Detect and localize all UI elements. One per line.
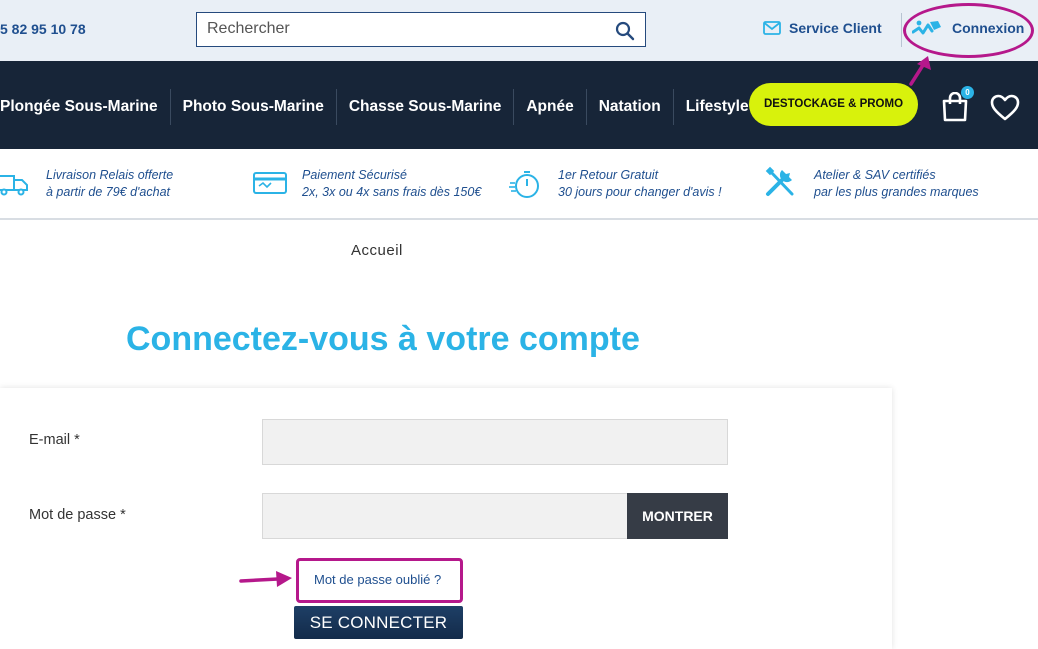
show-password-button[interactable]: MONTRER (627, 493, 728, 539)
reassurance-return-line1: 1er Retour Gratuit (558, 168, 659, 182)
nav-menu: Plongée Sous-Marine Photo Sous-Marine Ch… (0, 89, 761, 125)
login-label: Connexion (952, 20, 1025, 36)
login-submit-button[interactable]: SE CONNECTER (294, 606, 463, 639)
password-label: Mot de passe * (29, 507, 126, 523)
login-link[interactable]: Connexion (912, 19, 1024, 37)
reassurance-workshop-line2: par les plus grandes marques (814, 185, 979, 199)
nav-item-natation[interactable]: Natation (587, 89, 674, 125)
cart-count-badge: 0 (961, 86, 974, 99)
breadcrumb[interactable]: Accueil (351, 242, 403, 259)
promo-button[interactable]: DESTOCKAGE & PROMO (749, 83, 918, 126)
reassurance-workshop-line1: Atelier & SAV certifiés (814, 168, 936, 182)
heart-icon[interactable] (990, 94, 1020, 121)
password-field[interactable] (262, 493, 628, 539)
reassurance-payment-line1: Paiement Sécurisé (302, 168, 407, 182)
reassurance-payment-line2: 2x, 3x ou 4x sans frais dès 150€ (302, 185, 482, 199)
reassurance-return: 1er Retour Gratuit 30 jours pour changer… (558, 167, 722, 201)
service-client-label: Service Client (789, 20, 882, 36)
credit-card-icon (253, 172, 287, 194)
reassurance-delivery-line2: à partir de 79€ d'achat (46, 185, 170, 199)
nav-item-chasse[interactable]: Chasse Sous-Marine (337, 89, 515, 125)
tools-icon (765, 166, 794, 196)
nav-item-lifestyle[interactable]: Lifestyle (674, 89, 761, 125)
nav-item-photo[interactable]: Photo Sous-Marine (171, 89, 337, 125)
diver-login-icon (912, 20, 941, 35)
service-client-link[interactable]: Service Client (763, 20, 882, 36)
top-bar: 5 82 95 10 78 Service Client Connexion (0, 0, 1038, 61)
reassurance-bar: Livraison Relais offerte à partir de 79€… (0, 149, 1038, 220)
phone-number[interactable]: 5 82 95 10 78 (0, 21, 86, 37)
reassurance-payment: Paiement Sécurisé 2x, 3x ou 4x sans frai… (302, 167, 481, 201)
nav-item-apnee[interactable]: Apnée (514, 89, 587, 125)
topbar-divider (901, 13, 902, 47)
forgot-password-link[interactable]: Mot de passe oublié ? (314, 572, 441, 587)
reassurance-workshop: Atelier & SAV certifiés par les plus gra… (814, 167, 979, 201)
stopwatch-icon (509, 171, 539, 198)
email-field[interactable] (262, 419, 728, 465)
search-box[interactable] (196, 12, 646, 47)
main-nav: Plongée Sous-Marine Photo Sous-Marine Ch… (0, 61, 1038, 149)
reassurance-return-line2: 30 jours pour changer d'avis ! (558, 185, 722, 199)
search-input[interactable] (197, 13, 597, 45)
page-title: Connectez-vous à votre compte (126, 320, 640, 358)
search-icon[interactable] (615, 21, 635, 41)
reassurance-delivery-line1: Livraison Relais offerte (46, 168, 174, 182)
truck-icon (0, 175, 28, 196)
mail-icon (763, 21, 781, 35)
reassurance-delivery: Livraison Relais offerte à partir de 79€… (46, 167, 173, 201)
nav-item-plongee[interactable]: Plongée Sous-Marine (0, 89, 171, 125)
email-label: E-mail * (29, 432, 80, 448)
